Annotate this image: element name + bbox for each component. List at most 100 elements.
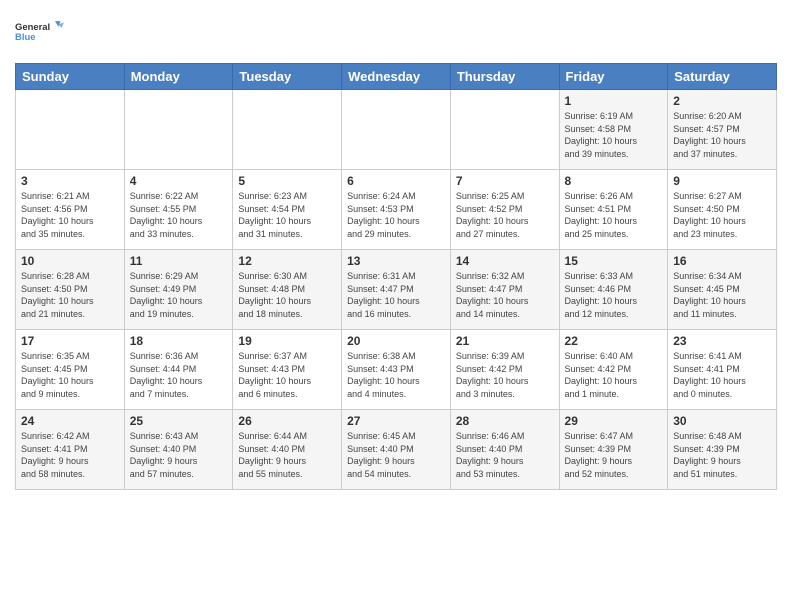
day-info: Sunrise: 6:40 AM Sunset: 4:42 PM Dayligh… [565, 350, 663, 400]
day-info: Sunrise: 6:38 AM Sunset: 4:43 PM Dayligh… [347, 350, 445, 400]
page-container: General Blue SundayMondayTuesdayWednesda… [0, 0, 792, 612]
calendar-cell [450, 90, 559, 170]
day-info: Sunrise: 6:37 AM Sunset: 4:43 PM Dayligh… [238, 350, 336, 400]
calendar-cell: 7 Sunrise: 6:25 AM Sunset: 4:52 PM Daylig… [450, 170, 559, 250]
day-info: Sunrise: 6:33 AM Sunset: 4:46 PM Dayligh… [565, 270, 663, 320]
calendar-cell: 22 Sunrise: 6:40 AM Sunset: 4:42 PM Dayli… [559, 330, 668, 410]
col-header-thursday: Thursday [450, 64, 559, 90]
calendar-cell: 13Sunrise: 6:31 AM Sunset: 4:47 PM Dayli… [342, 250, 451, 330]
day-info: Sunrise: 6:22 AM Sunset: 4:55 PM Dayligh… [130, 190, 228, 240]
header-row: SundayMondayTuesdayWednesdayThursdayFrid… [16, 64, 777, 90]
day-number: 20 [347, 334, 445, 348]
calendar-cell: 18 Sunrise: 6:36 AM Sunset: 4:44 PM Dayli… [124, 330, 233, 410]
day-info: Sunrise: 6:34 AM Sunset: 4:45 PM Dayligh… [673, 270, 771, 320]
day-number: 10 [21, 254, 119, 268]
calendar-cell: 29Sunrise: 6:47 AM Sunset: 4:39 PM Dayli… [559, 410, 668, 490]
day-number: 13 [347, 254, 445, 268]
calendar-cell: 16 Sunrise: 6:34 AM Sunset: 4:45 PM Dayli… [668, 250, 777, 330]
calendar-cell: 14 Sunrise: 6:32 AM Sunset: 4:47 PM Dayli… [450, 250, 559, 330]
day-info: Sunrise: 6:43 AM Sunset: 4:40 PM Dayligh… [130, 430, 228, 480]
day-info: Sunrise: 6:28 AM Sunset: 4:50 PM Dayligh… [21, 270, 119, 320]
calendar-cell: 17Sunrise: 6:35 AM Sunset: 4:45 PM Dayli… [16, 330, 125, 410]
day-info: Sunrise: 6:48 AM Sunset: 4:39 PM Dayligh… [673, 430, 771, 480]
header: General Blue [15, 10, 777, 55]
day-info: Sunrise: 6:25 AM Sunset: 4:52 PM Dayligh… [456, 190, 554, 240]
week-row-5: 24 Sunrise: 6:42 AM Sunset: 4:41 PM Dayli… [16, 410, 777, 490]
calendar-cell: 2Sunrise: 6:20 AM Sunset: 4:57 PM Daylig… [668, 90, 777, 170]
week-row-2: 3Sunrise: 6:21 AM Sunset: 4:56 PM Daylig… [16, 170, 777, 250]
day-info: Sunrise: 6:27 AM Sunset: 4:50 PM Dayligh… [673, 190, 771, 240]
calendar-cell: 9 Sunrise: 6:27 AM Sunset: 4:50 PM Daylig… [668, 170, 777, 250]
calendar-cell: 8 Sunrise: 6:26 AM Sunset: 4:51 PM Daylig… [559, 170, 668, 250]
col-header-saturday: Saturday [668, 64, 777, 90]
day-info: Sunrise: 6:42 AM Sunset: 4:41 PM Dayligh… [21, 430, 119, 480]
day-number: 23 [673, 334, 771, 348]
calendar-table: SundayMondayTuesdayWednesdayThursdayFrid… [15, 63, 777, 490]
day-number: 24 [21, 414, 119, 428]
day-number: 26 [238, 414, 336, 428]
day-number: 4 [130, 174, 228, 188]
calendar-cell: 4 Sunrise: 6:22 AM Sunset: 4:55 PM Daylig… [124, 170, 233, 250]
day-info: Sunrise: 6:35 AM Sunset: 4:45 PM Dayligh… [21, 350, 119, 400]
calendar-cell [233, 90, 342, 170]
day-info: Sunrise: 6:45 AM Sunset: 4:40 PM Dayligh… [347, 430, 445, 480]
day-info: Sunrise: 6:24 AM Sunset: 4:53 PM Dayligh… [347, 190, 445, 240]
day-info: Sunrise: 6:36 AM Sunset: 4:44 PM Dayligh… [130, 350, 228, 400]
day-number: 14 [456, 254, 554, 268]
day-info: Sunrise: 6:46 AM Sunset: 4:40 PM Dayligh… [456, 430, 554, 480]
week-row-3: 10 Sunrise: 6:28 AM Sunset: 4:50 PM Dayli… [16, 250, 777, 330]
day-number: 8 [565, 174, 663, 188]
calendar-cell [342, 90, 451, 170]
calendar-cell: 5 Sunrise: 6:23 AM Sunset: 4:54 PM Daylig… [233, 170, 342, 250]
calendar-cell: 3Sunrise: 6:21 AM Sunset: 4:56 PM Daylig… [16, 170, 125, 250]
col-header-tuesday: Tuesday [233, 64, 342, 90]
calendar-cell: 12Sunrise: 6:30 AM Sunset: 4:48 PM Dayli… [233, 250, 342, 330]
calendar-cell: 1 Sunrise: 6:19 AM Sunset: 4:58 PM Daylig… [559, 90, 668, 170]
day-number: 5 [238, 174, 336, 188]
day-number: 1 [565, 94, 663, 108]
svg-text:Blue: Blue [15, 32, 35, 43]
calendar-cell: 21Sunrise: 6:39 AM Sunset: 4:42 PM Dayli… [450, 330, 559, 410]
day-number: 27 [347, 414, 445, 428]
col-header-sunday: Sunday [16, 64, 125, 90]
day-number: 19 [238, 334, 336, 348]
day-info: Sunrise: 6:44 AM Sunset: 4:40 PM Dayligh… [238, 430, 336, 480]
day-info: Sunrise: 6:23 AM Sunset: 4:54 PM Dayligh… [238, 190, 336, 240]
calendar-cell: 23 Sunrise: 6:41 AM Sunset: 4:41 PM Dayli… [668, 330, 777, 410]
logo-svg: General Blue [15, 10, 65, 55]
day-number: 25 [130, 414, 228, 428]
calendar-cell: 24 Sunrise: 6:42 AM Sunset: 4:41 PM Dayli… [16, 410, 125, 490]
day-info: Sunrise: 6:20 AM Sunset: 4:57 PM Dayligh… [673, 110, 771, 160]
day-number: 21 [456, 334, 554, 348]
day-number: 18 [130, 334, 228, 348]
day-number: 15 [565, 254, 663, 268]
day-info: Sunrise: 6:47 AM Sunset: 4:39 PM Dayligh… [565, 430, 663, 480]
svg-text:General: General [15, 22, 50, 33]
day-number: 7 [456, 174, 554, 188]
calendar-cell: 11Sunrise: 6:29 AM Sunset: 4:49 PM Dayli… [124, 250, 233, 330]
calendar-cell [16, 90, 125, 170]
day-info: Sunrise: 6:21 AM Sunset: 4:56 PM Dayligh… [21, 190, 119, 240]
calendar-cell: 10 Sunrise: 6:28 AM Sunset: 4:50 PM Dayli… [16, 250, 125, 330]
col-header-monday: Monday [124, 64, 233, 90]
day-number: 30 [673, 414, 771, 428]
calendar-cell: 19 Sunrise: 6:37 AM Sunset: 4:43 PM Dayli… [233, 330, 342, 410]
day-number: 11 [130, 254, 228, 268]
day-number: 28 [456, 414, 554, 428]
col-header-friday: Friday [559, 64, 668, 90]
col-header-wednesday: Wednesday [342, 64, 451, 90]
day-info: Sunrise: 6:26 AM Sunset: 4:51 PM Dayligh… [565, 190, 663, 240]
day-info: Sunrise: 6:19 AM Sunset: 4:58 PM Dayligh… [565, 110, 663, 160]
week-row-4: 17Sunrise: 6:35 AM Sunset: 4:45 PM Dayli… [16, 330, 777, 410]
logo: General Blue [15, 10, 65, 55]
day-info: Sunrise: 6:41 AM Sunset: 4:41 PM Dayligh… [673, 350, 771, 400]
day-info: Sunrise: 6:32 AM Sunset: 4:47 PM Dayligh… [456, 270, 554, 320]
calendar-cell [124, 90, 233, 170]
day-number: 6 [347, 174, 445, 188]
day-number: 22 [565, 334, 663, 348]
calendar-cell: 15 Sunrise: 6:33 AM Sunset: 4:46 PM Dayli… [559, 250, 668, 330]
day-number: 16 [673, 254, 771, 268]
day-number: 9 [673, 174, 771, 188]
calendar-cell: 27 Sunrise: 6:45 AM Sunset: 4:40 PM Dayli… [342, 410, 451, 490]
calendar-cell: 25 Sunrise: 6:43 AM Sunset: 4:40 PM Dayli… [124, 410, 233, 490]
